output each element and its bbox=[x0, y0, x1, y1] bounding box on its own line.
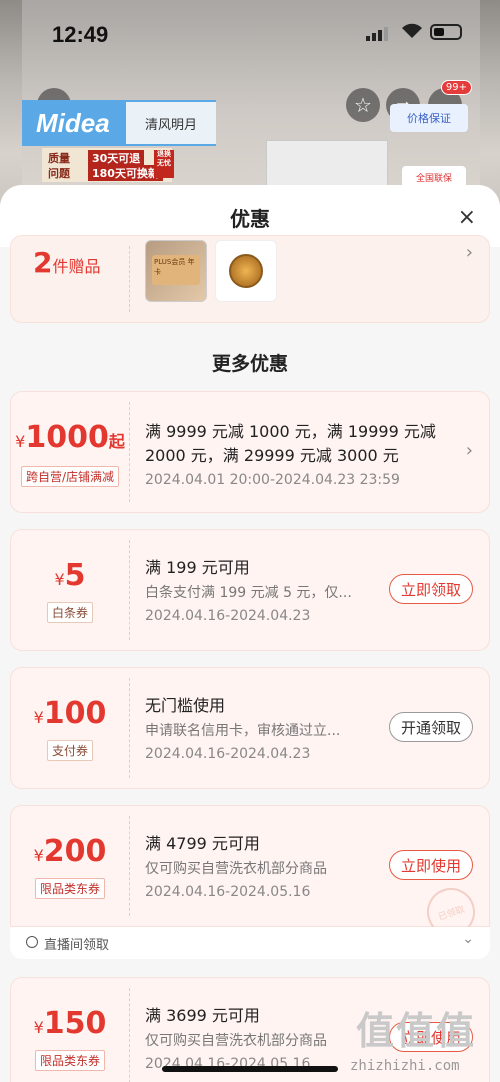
coupon-amount: ¥150 bbox=[11, 1006, 129, 1041]
claim-button[interactable]: 立即领取 bbox=[389, 574, 473, 604]
chevron-right-icon: › bbox=[465, 242, 473, 263]
message-badge: 99+ bbox=[440, 80, 472, 95]
amount-value: 200 bbox=[43, 834, 107, 869]
coupon-date: 2024.04.16-2024.04.23 bbox=[145, 608, 311, 624]
status-time: 12:49 bbox=[52, 22, 109, 47]
promo-label-1: 质量 bbox=[48, 152, 70, 165]
currency-symbol: ¥ bbox=[15, 432, 26, 451]
coupon-type-tag: 支付券 bbox=[11, 740, 129, 761]
promo-badge: 退换无忧 bbox=[154, 150, 174, 178]
live-claim-row[interactable]: 直播间领取 ⌄ bbox=[10, 927, 490, 959]
coupon-type-label: 限品类东券 bbox=[34, 878, 105, 899]
coupon-amount: ¥200 bbox=[11, 834, 129, 869]
coupon-type-label: 支付券 bbox=[46, 740, 93, 761]
amount-value: 100 bbox=[43, 696, 107, 731]
open-claim-button[interactable]: 开通领取 bbox=[389, 712, 473, 742]
coupon-card-category-200[interactable]: ¥200 限品类东券 满 4799 元可用 仅可购买自营洗衣机部分商品 2024… bbox=[10, 805, 490, 943]
gift-card[interactable]: 2件赠品 PLUS会员 年卡 › bbox=[10, 235, 490, 323]
coupon-title: 满 199 元可用 bbox=[145, 558, 250, 577]
coupon-title: 满 4799 元可用 bbox=[145, 834, 260, 853]
amount-value: 150 bbox=[43, 1006, 107, 1041]
card-divider bbox=[129, 540, 130, 640]
coupon-date: 2024.04.01 20:00-2024.04.23 23:59 bbox=[145, 472, 400, 488]
wifi-icon bbox=[400, 22, 424, 44]
watermark-logo: 值值值 bbox=[356, 1009, 477, 1053]
coupon-amount: ¥5 bbox=[11, 558, 129, 593]
chevron-down-icon[interactable]: ⌄ bbox=[462, 931, 474, 947]
coupon-desc: 申请联名信用卡，审核通过立... bbox=[145, 723, 341, 739]
promo-banner: 质量 问题 30天可退 180天可换新 退换无忧 bbox=[42, 148, 174, 182]
coupon-card-payment[interactable]: ¥100 支付券 无门槛使用 申请联名信用卡，审核通过立... 2024.04.… bbox=[10, 667, 490, 789]
coupon-desc: 仅可购买自营洗衣机部分商品 bbox=[145, 1033, 327, 1049]
coupon-type-label: 跨自营/店铺满减 bbox=[20, 466, 120, 487]
sheet-title: 优惠 bbox=[230, 207, 270, 231]
coupon-desc: 白条支付满 199 元减 5 元，仅... bbox=[145, 585, 352, 601]
live-claim-label: 直播间领取 bbox=[44, 938, 110, 953]
coupon-type-label: 限品类东券 bbox=[34, 1050, 105, 1071]
coupon-date: 2024.04.16-2024.05.16 bbox=[145, 884, 311, 900]
card-divider bbox=[129, 402, 130, 502]
currency-symbol: ¥ bbox=[54, 570, 65, 589]
gift-count: 2件赠品 bbox=[33, 246, 101, 279]
close-button[interactable]: × bbox=[458, 205, 476, 230]
coupon-type-tag: 跨自营/店铺满减 bbox=[11, 466, 129, 487]
chevron-right-icon: › bbox=[465, 440, 473, 461]
coupon-type-tag: 限品类东券 bbox=[11, 1050, 129, 1071]
gift-image-caption: PLUS会员 年卡 bbox=[152, 255, 200, 285]
currency-symbol: ¥ bbox=[33, 1018, 44, 1037]
brand-logo: Midea bbox=[36, 108, 110, 138]
section-title: 更多优惠 bbox=[211, 353, 288, 375]
coupon-card-full-reduction[interactable]: ¥1000起 跨自营/店铺满减 满 9999 元减 1000 元，满 19999… bbox=[10, 391, 490, 513]
coupon-card-baitiao[interactable]: ¥5 白条券 满 199 元可用 白条支付满 199 元减 5 元，仅... 2… bbox=[10, 529, 490, 651]
amount-value: 5 bbox=[64, 558, 86, 593]
coupon-desc: 仅可购买自营洗衣机部分商品 bbox=[145, 861, 327, 877]
coupon-type-tag: 白条券 bbox=[11, 602, 129, 623]
coupon-rule-line-2: 2000 元，满 29999 元减 3000 元 bbox=[145, 446, 399, 465]
battery-icon bbox=[430, 24, 462, 40]
coupon-title: 无门槛使用 bbox=[145, 696, 226, 715]
gift-count-number: 2 bbox=[33, 246, 53, 279]
status-bar: 12:49 bbox=[0, 0, 500, 60]
promo-tag-2: 180天可换新 bbox=[88, 165, 163, 181]
coupon-type-label: 白条券 bbox=[46, 602, 93, 623]
gift-count-label: 件赠品 bbox=[52, 257, 101, 276]
currency-symbol: ¥ bbox=[33, 708, 44, 727]
promo-tag-1: 30天可退 bbox=[88, 150, 145, 166]
coupon-amount: ¥100 bbox=[11, 696, 129, 731]
price-guarantee-badge: 价格保证 bbox=[390, 104, 468, 132]
use-now-button[interactable]: 立即使用 bbox=[389, 850, 473, 880]
discount-sheet: 优惠 × 2件赠品 PLUS会员 年卡 › 更多优惠 ¥1000起 跨自营/店铺… bbox=[0, 185, 500, 1082]
medal-icon bbox=[229, 254, 263, 288]
coupon-type-tag: 限品类东券 bbox=[11, 878, 129, 899]
store-chip: 清风明月 bbox=[126, 102, 216, 144]
card-divider bbox=[129, 816, 130, 916]
currency-symbol: ¥ bbox=[33, 846, 44, 865]
card-divider bbox=[129, 678, 130, 778]
coupon-title: 满 3699 元可用 bbox=[145, 1006, 260, 1025]
watermark-url: zhizhizhi.com bbox=[350, 1058, 460, 1074]
home-indicator[interactable] bbox=[162, 1066, 338, 1072]
site-watermark: 值值值 zhizhizhi.com bbox=[350, 1000, 500, 1082]
card-divider bbox=[129, 246, 130, 312]
coupon-amount: ¥1000起 bbox=[11, 420, 129, 455]
coupon-rule-line-1: 满 9999 元减 1000 元，满 19999 元减 bbox=[145, 422, 436, 441]
coupon-date: 2024.04.16-2024.04.23 bbox=[145, 746, 311, 762]
gift-image-membership[interactable]: PLUS会员 年卡 bbox=[145, 240, 207, 302]
gift-image-medal[interactable] bbox=[215, 240, 277, 302]
amount-suffix: 起 bbox=[108, 432, 125, 451]
signal-icon bbox=[366, 26, 392, 45]
promo-label-2: 问题 bbox=[48, 167, 70, 180]
live-icon bbox=[26, 936, 38, 948]
amount-value: 1000 bbox=[25, 420, 109, 455]
favorite-star-icon[interactable]: ☆ bbox=[346, 88, 380, 122]
card-divider bbox=[129, 988, 130, 1082]
